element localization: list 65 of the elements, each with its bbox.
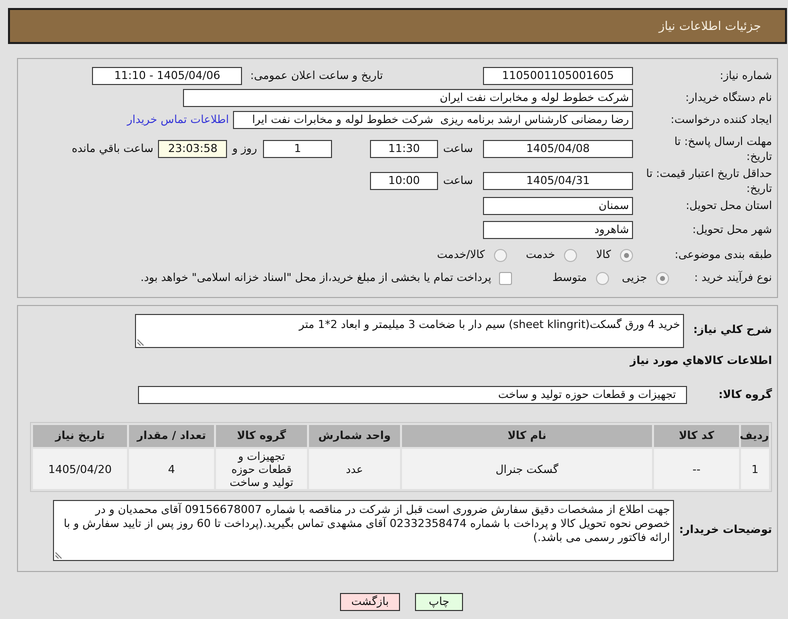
validity-time-field[interactable]: 10:00 xyxy=(370,172,438,190)
option-label: متوسط xyxy=(552,270,587,286)
buyer-org-field[interactable]: شرکت خطوط لوله و مخابرات نفت ایران xyxy=(183,89,633,107)
field-label: گروه کالا: xyxy=(717,386,772,403)
deadline-time-field[interactable]: 11:30 xyxy=(370,140,438,158)
table-cell: گسکت جنرال xyxy=(402,449,652,489)
buyer-notes-field[interactable]: جهت اطلاع از مشخصات دقیق سفارش ضروری است قبل از شرکت در مناقصه با شماره 09156678007 آقای محمدیان و در خصوص نحوه تحویل کالا و پرداخت با شماره 02332358474 آقای مشهدی تماس بگیرید.(پرداخت تا 60 روز پس از تایید سفارش و با ارائه فاکتور رسمی می باشد.) xyxy=(53,500,674,561)
field-label: استان محل تحویل: xyxy=(684,198,772,214)
field-label: شرح کلي نیاز: xyxy=(692,322,772,338)
days-left-field[interactable]: 1 xyxy=(263,140,332,158)
summary-field[interactable]: خرید 4 ورق گسکت(sheet klingrit) سیم دار با ضخامت 3 میلیمتر و ابعاد 2*1 متر xyxy=(135,314,684,348)
radio-button[interactable] xyxy=(564,248,578,262)
option-label: خدمت xyxy=(526,246,556,263)
page-title: جزئیات اطلاعات نیاز xyxy=(658,18,761,35)
field-label: نوع فرآیند خرید : xyxy=(693,270,772,286)
column-header: نام کالا xyxy=(402,425,652,447)
need-number-field[interactable]: 1105001105001605 xyxy=(483,67,633,85)
back-button[interactable]: بازگشت xyxy=(340,593,400,611)
radio-button[interactable] xyxy=(596,272,609,284)
field-label: شهر محل تحویل: xyxy=(691,222,772,238)
field-label: تاریخ و ساعت اعلان عمومی: xyxy=(250,68,383,84)
print-button[interactable]: چاپ xyxy=(415,593,463,611)
column-header: تاریخ نیاز xyxy=(33,425,127,447)
table-cell: تجهیزات و قطعات حوزه تولید و ساخت xyxy=(216,449,307,489)
column-header: واحد شمارش xyxy=(309,425,400,447)
section-title: اطلاعات کالاهاي مورد نیاز xyxy=(630,352,772,369)
table-cell: عدد xyxy=(309,449,400,489)
column-header: گروه کالا xyxy=(216,425,307,447)
field-label: شماره نیاز: xyxy=(718,68,772,84)
requester-field[interactable]: رضا رمضانی کارشناس ارشد برنامه ریزی شرکت خطوط لوله و مخابرات نفت ایرا xyxy=(233,111,633,129)
buyer-contact-link[interactable]: اطلاعات تماس خریدار xyxy=(127,112,229,128)
option-label: کالا/خدمت xyxy=(437,246,485,263)
table-cell: 4 xyxy=(129,449,214,489)
deadline-date-field[interactable]: 1405/04/08 xyxy=(483,140,633,158)
option-label: کالا xyxy=(596,246,611,263)
field-label: روز و xyxy=(232,140,258,157)
province-field[interactable]: سمنان xyxy=(483,197,633,215)
radio-button[interactable] xyxy=(620,248,633,262)
field-label: ساعت xyxy=(443,172,473,189)
announcement-date-field[interactable]: 1405/04/06 - 11:10 xyxy=(92,67,242,85)
table-cell: 1 xyxy=(741,449,769,489)
validity-date-field[interactable]: 1405/04/31 xyxy=(483,172,633,190)
column-header: تعداد / مقدار xyxy=(129,425,214,447)
field-label: حداقل تاریخ اعتبار قیمت: تا تاریخ: xyxy=(645,166,772,196)
radio-button[interactable] xyxy=(656,272,669,284)
table-cell: -- xyxy=(654,449,739,489)
field-label: مهلت ارسال پاسخ: تا تاریخ: xyxy=(673,134,772,164)
field-label: ساعت باقي مانده xyxy=(72,140,154,157)
resize-grip-icon[interactable] xyxy=(55,551,63,559)
field-label: طبقه بندی موضوعی: xyxy=(674,246,772,263)
option-label: جزیی xyxy=(622,270,647,286)
goods-group-field[interactable]: تجهیزات و قطعات حوزه تولید و ساخت xyxy=(138,386,687,404)
checkbox[interactable] xyxy=(499,272,512,284)
table-cell: 1405/04/20 xyxy=(33,449,127,489)
checkbox-label: پرداخت تمام یا بخشی از مبلغ خرید،از محل "اسناد خزانه اسلامی" خواهد بود. xyxy=(140,270,492,286)
time-left-field[interactable]: 23:03:58 xyxy=(158,140,228,158)
field-label: ساعت xyxy=(443,140,473,157)
column-header: ردیف xyxy=(741,425,769,447)
city-field[interactable]: شاهرود xyxy=(483,221,633,239)
column-header: کد کالا xyxy=(654,425,739,447)
resize-grip-icon[interactable] xyxy=(137,338,145,346)
field-label: ایجاد کننده درخواست: xyxy=(670,112,772,128)
radio-button[interactable] xyxy=(494,248,507,262)
field-label: نام دستگاه خریدار: xyxy=(684,90,772,106)
field-label: توضیحات خریدار: xyxy=(678,522,772,538)
